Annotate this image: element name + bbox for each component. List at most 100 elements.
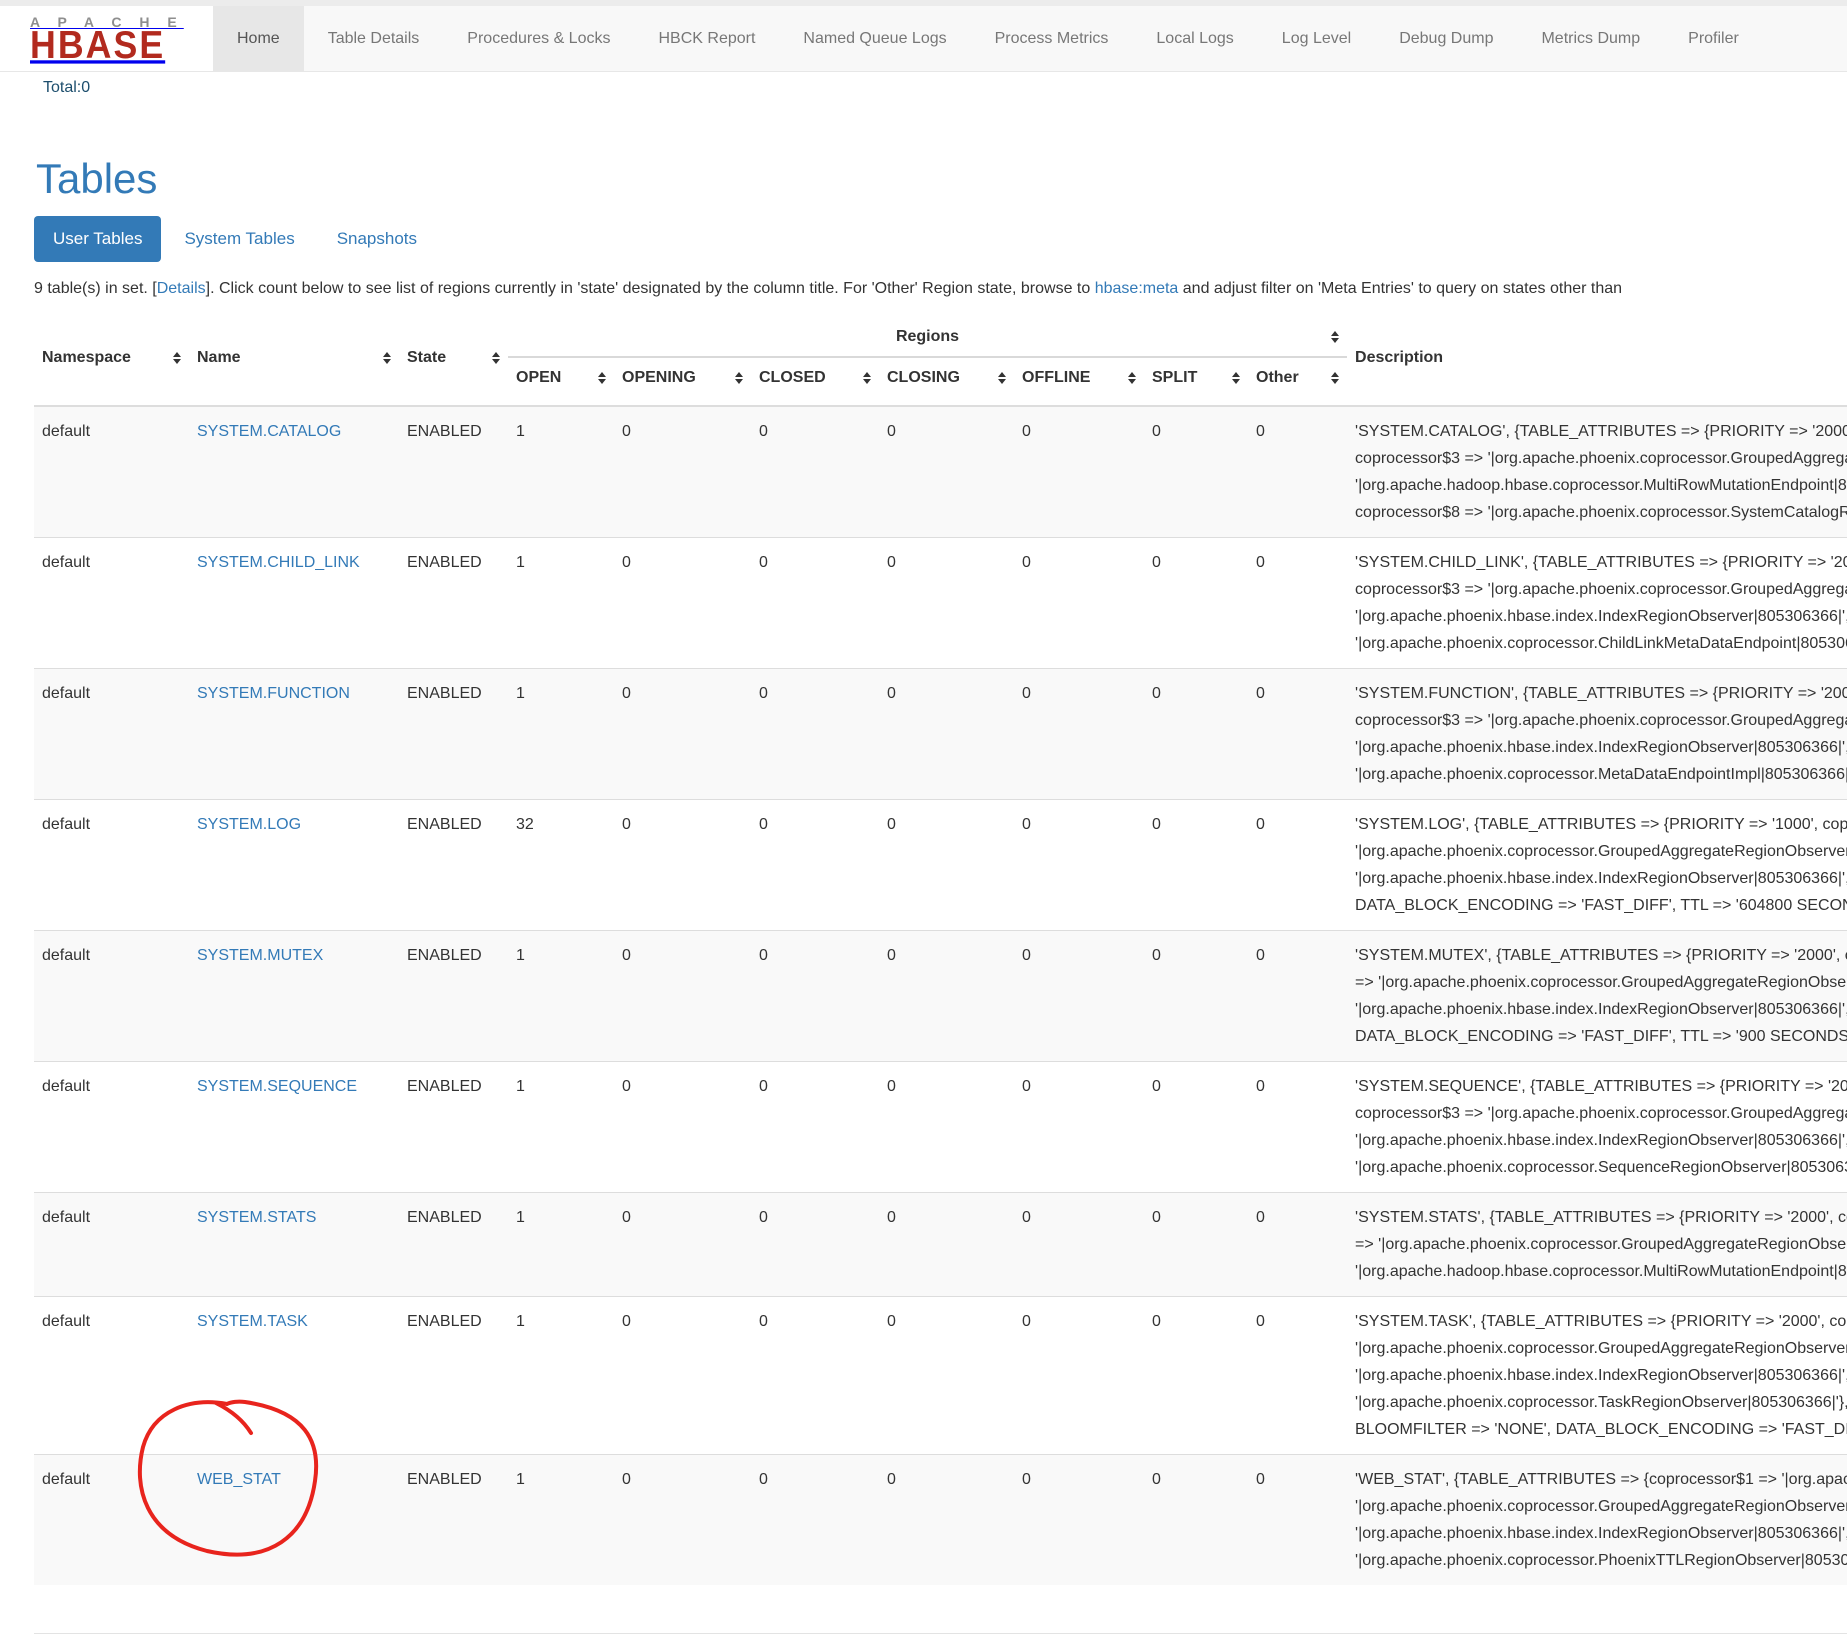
table-name-link[interactable]: SYSTEM.MUTEX — [197, 947, 323, 964]
sort-icon[interactable] — [735, 372, 743, 384]
other-count[interactable]: 0 — [1256, 816, 1265, 833]
cell-split-count[interactable]: 0 — [1144, 538, 1248, 669]
cell-other-count[interactable]: 0 — [1248, 931, 1347, 1062]
cell-other-count[interactable]: 0 — [1248, 1455, 1347, 1586]
cell-closing-count[interactable]: 0 — [879, 538, 1014, 669]
cell-closing-count[interactable]: 0 — [879, 1193, 1014, 1297]
closed-count[interactable]: 0 — [759, 1078, 768, 1095]
cell-split-count[interactable]: 0 — [1144, 800, 1248, 931]
offline-count[interactable]: 0 — [1022, 423, 1031, 440]
offline-count[interactable]: 0 — [1022, 947, 1031, 964]
cell-closing-count[interactable]: 0 — [879, 931, 1014, 1062]
cell-open-count[interactable]: 1 — [508, 1062, 614, 1193]
closed-count[interactable]: 0 — [759, 1471, 768, 1488]
closed-count[interactable]: 0 — [759, 816, 768, 833]
open-count[interactable]: 1 — [516, 947, 525, 964]
nav-item-log-level[interactable]: Log Level — [1258, 6, 1375, 71]
details-link[interactable]: Details — [157, 280, 206, 297]
cell-closed-count[interactable]: 0 — [751, 1455, 879, 1586]
closing-count[interactable]: 0 — [887, 554, 896, 571]
table-name-link[interactable]: SYSTEM.TASK — [197, 1313, 308, 1330]
cell-other-count[interactable]: 0 — [1248, 1297, 1347, 1455]
cell-offline-count[interactable]: 0 — [1014, 669, 1144, 800]
table-name-link[interactable]: SYSTEM.STATS — [197, 1209, 316, 1226]
offline-count[interactable]: 0 — [1022, 1209, 1031, 1226]
sort-icon[interactable] — [1331, 372, 1339, 384]
sort-icon[interactable] — [1331, 331, 1339, 343]
split-count[interactable]: 0 — [1152, 423, 1161, 440]
column-header-split[interactable]: SPLIT — [1144, 357, 1248, 406]
cell-offline-count[interactable]: 0 — [1014, 800, 1144, 931]
tab-user-tables[interactable]: User Tables — [34, 216, 161, 262]
hbase-meta-link[interactable]: hbase:meta — [1095, 280, 1179, 297]
column-header-open[interactable]: OPEN — [508, 357, 614, 406]
offline-count[interactable]: 0 — [1022, 685, 1031, 702]
sort-icon[interactable] — [863, 372, 871, 384]
closed-count[interactable]: 0 — [759, 947, 768, 964]
closed-count[interactable]: 0 — [759, 1313, 768, 1330]
cell-opening-count[interactable]: 0 — [614, 538, 751, 669]
cell-other-count[interactable]: 0 — [1248, 1193, 1347, 1297]
cell-open-count[interactable]: 1 — [508, 669, 614, 800]
cell-opening-count[interactable]: 0 — [614, 669, 751, 800]
cell-other-count[interactable]: 0 — [1248, 669, 1347, 800]
open-count[interactable]: 1 — [516, 1209, 525, 1226]
cell-opening-count[interactable]: 0 — [614, 1193, 751, 1297]
other-count[interactable]: 0 — [1256, 685, 1265, 702]
cell-offline-count[interactable]: 0 — [1014, 1455, 1144, 1586]
sort-icon[interactable] — [492, 352, 500, 364]
column-header-other[interactable]: Other — [1248, 357, 1347, 406]
split-count[interactable]: 0 — [1152, 816, 1161, 833]
closed-count[interactable]: 0 — [759, 554, 768, 571]
closing-count[interactable]: 0 — [887, 1078, 896, 1095]
offline-count[interactable]: 0 — [1022, 1078, 1031, 1095]
column-header-opening[interactable]: OPENING — [614, 357, 751, 406]
offline-count[interactable]: 0 — [1022, 1471, 1031, 1488]
open-count[interactable]: 1 — [516, 1078, 525, 1095]
split-count[interactable]: 0 — [1152, 554, 1161, 571]
cell-other-count[interactable]: 0 — [1248, 406, 1347, 538]
sort-icon[interactable] — [1232, 372, 1240, 384]
cell-open-count[interactable]: 32 — [508, 800, 614, 931]
cell-closed-count[interactable]: 0 — [751, 800, 879, 931]
table-name-link[interactable]: SYSTEM.LOG — [197, 816, 301, 833]
tab-system-tables[interactable]: System Tables — [165, 216, 313, 262]
closing-count[interactable]: 0 — [887, 816, 896, 833]
table-name-link[interactable]: WEB_STAT — [197, 1471, 281, 1488]
cell-open-count[interactable]: 1 — [508, 538, 614, 669]
column-header-closing[interactable]: CLOSING — [879, 357, 1014, 406]
open-count[interactable]: 1 — [516, 1471, 525, 1488]
cell-split-count[interactable]: 0 — [1144, 406, 1248, 538]
column-header-closed[interactable]: CLOSED — [751, 357, 879, 406]
opening-count[interactable]: 0 — [622, 685, 631, 702]
sort-icon[interactable] — [173, 352, 181, 364]
cell-other-count[interactable]: 0 — [1248, 1062, 1347, 1193]
other-count[interactable]: 0 — [1256, 1209, 1265, 1226]
nav-item-debug-dump[interactable]: Debug Dump — [1375, 6, 1517, 71]
cell-closed-count[interactable]: 0 — [751, 669, 879, 800]
cell-split-count[interactable]: 0 — [1144, 931, 1248, 1062]
other-count[interactable]: 0 — [1256, 1078, 1265, 1095]
cell-opening-count[interactable]: 0 — [614, 1062, 751, 1193]
open-count[interactable]: 32 — [516, 816, 534, 833]
column-header-state[interactable]: State — [399, 318, 508, 406]
cell-open-count[interactable]: 1 — [508, 931, 614, 1062]
cell-open-count[interactable]: 1 — [508, 1193, 614, 1297]
open-count[interactable]: 1 — [516, 685, 525, 702]
column-header-namespace[interactable]: Namespace — [34, 318, 189, 406]
split-count[interactable]: 0 — [1152, 1209, 1161, 1226]
closing-count[interactable]: 0 — [887, 947, 896, 964]
other-count[interactable]: 0 — [1256, 1313, 1265, 1330]
hbase-logo[interactable]: A P A C H E HBASE — [0, 6, 213, 71]
cell-closing-count[interactable]: 0 — [879, 1297, 1014, 1455]
nav-item-local-logs[interactable]: Local Logs — [1132, 6, 1257, 71]
nav-item-metrics-dump[interactable]: Metrics Dump — [1517, 6, 1664, 71]
cell-opening-count[interactable]: 0 — [614, 800, 751, 931]
table-name-link[interactable]: SYSTEM.FUNCTION — [197, 685, 350, 702]
cell-closed-count[interactable]: 0 — [751, 406, 879, 538]
cell-closed-count[interactable]: 0 — [751, 1297, 879, 1455]
opening-count[interactable]: 0 — [622, 1313, 631, 1330]
cell-offline-count[interactable]: 0 — [1014, 1062, 1144, 1193]
sort-icon[interactable] — [1128, 372, 1136, 384]
cell-opening-count[interactable]: 0 — [614, 406, 751, 538]
